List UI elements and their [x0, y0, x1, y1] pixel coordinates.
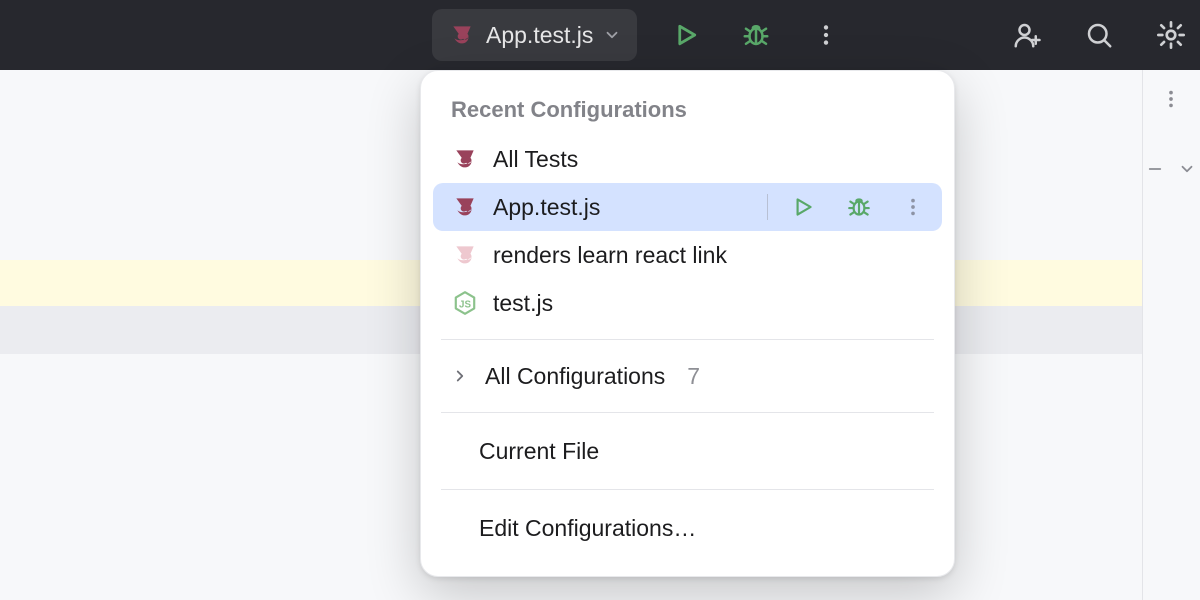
run-actions — [669, 18, 843, 52]
config-item-label: App.test.js — [493, 194, 600, 221]
chevron-down-icon[interactable] — [1178, 160, 1196, 178]
run-config-label: App.test.js — [486, 22, 593, 49]
run-configurations-popup: Recent Configurations All Tests App.test… — [420, 70, 955, 577]
debug-button[interactable] — [846, 194, 872, 220]
config-item-label: renders learn react link — [493, 242, 727, 269]
config-item-renders-link[interactable]: renders learn react link — [421, 231, 954, 279]
edit-configurations-label: Edit Configurations… — [479, 515, 696, 542]
config-item-label: test.js — [493, 290, 553, 317]
run-button[interactable] — [669, 18, 703, 52]
toolbar-right — [1010, 18, 1188, 52]
separator — [441, 339, 934, 340]
config-item-all-tests[interactable]: All Tests — [421, 135, 954, 183]
config-item-test-js[interactable]: JS test.js — [421, 279, 954, 327]
top-toolbar: App.test.js — [0, 0, 1200, 70]
debug-button[interactable] — [739, 18, 773, 52]
svg-text:JS: JS — [459, 299, 471, 310]
config-item-label: All Tests — [493, 146, 578, 173]
jest-icon — [451, 241, 479, 269]
gutter-more-icon[interactable] — [1160, 88, 1182, 110]
separator — [441, 489, 934, 490]
separator — [441, 412, 934, 413]
chevron-right-icon — [451, 367, 469, 385]
popup-section-header: Recent Configurations — [421, 89, 954, 135]
search-icon[interactable] — [1082, 18, 1116, 52]
jest-icon — [451, 145, 479, 173]
more-actions-button[interactable] — [809, 18, 843, 52]
chevron-down-icon — [603, 26, 621, 44]
all-configurations-count: 7 — [687, 363, 700, 390]
current-file-label: Current File — [479, 438, 599, 465]
gutter-dash-icon[interactable] — [1146, 160, 1164, 178]
edit-configurations-row[interactable]: Edit Configurations… — [421, 502, 954, 554]
right-gutter — [1142, 70, 1200, 600]
run-button[interactable] — [790, 194, 816, 220]
jest-icon — [451, 193, 479, 221]
config-item-app-test[interactable]: App.test.js — [433, 183, 942, 231]
all-configurations-row[interactable]: All Configurations 7 — [421, 352, 954, 400]
run-config-dropdown[interactable]: App.test.js — [432, 9, 637, 61]
item-more-icon[interactable] — [902, 196, 924, 218]
gear-icon[interactable] — [1154, 18, 1188, 52]
add-user-icon[interactable] — [1010, 18, 1044, 52]
all-configurations-label: All Configurations — [485, 363, 665, 390]
current-file-row[interactable]: Current File — [421, 425, 954, 477]
node-icon: JS — [451, 289, 479, 317]
jest-icon — [448, 21, 476, 49]
